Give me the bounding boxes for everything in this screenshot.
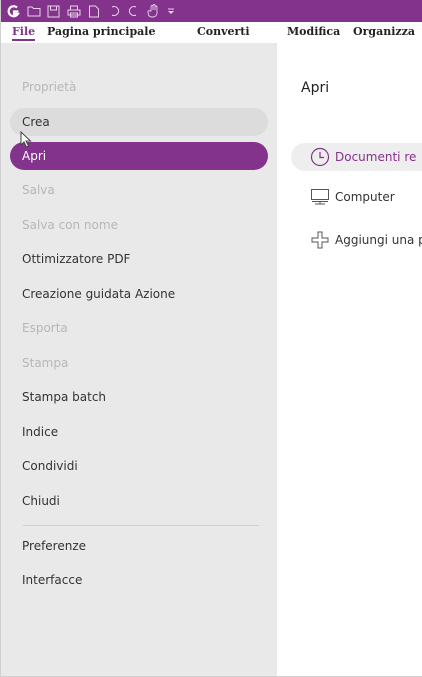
recent-documents-item[interactable]: Documenti re <box>291 143 422 171</box>
title-bar <box>1 0 422 22</box>
add-place-icon <box>309 229 331 251</box>
add-place-item[interactable]: Aggiungi una p <box>291 226 422 254</box>
computer-label: Computer <box>335 190 395 204</box>
tab-converti[interactable]: Converti <box>197 25 250 38</box>
menu-item-preferenze[interactable]: Preferenze <box>10 532 268 560</box>
open-folder-icon[interactable] <box>26 4 41 19</box>
tab-pagina-principale[interactable]: Pagina principale <box>47 25 155 38</box>
new-document-icon[interactable] <box>86 4 101 19</box>
application-window: File Pagina principale Converti Modifica… <box>0 0 422 677</box>
redo-icon[interactable] <box>126 4 141 19</box>
customize-dropdown-icon[interactable] <box>166 4 176 19</box>
clock-icon <box>309 146 331 168</box>
ribbon-tabs: File Pagina principale Converti Modifica… <box>1 22 422 43</box>
app-logo-icon[interactable] <box>6 4 21 19</box>
menu-item-salva-con-nome[interactable]: Salva con nome <box>10 211 268 239</box>
menu-item-ottimizzatore-pdf[interactable]: Ottimizzatore PDF <box>10 245 268 273</box>
menu-item-apri[interactable]: Apri <box>10 142 268 170</box>
menu-item-stampa[interactable]: Stampa <box>10 349 268 377</box>
menu-item-proprieta[interactable]: Proprietà <box>10 73 268 101</box>
tab-modifica[interactable]: Modifica <box>287 25 340 38</box>
add-place-label: Aggiungi una p <box>335 233 422 247</box>
menu-item-salva[interactable]: Salva <box>10 176 268 204</box>
menu-item-interfacce[interactable]: Interfacce <box>10 566 268 594</box>
hand-tool-icon[interactable] <box>146 4 161 19</box>
open-panel: Apri Documenti re Computer Aggiungi una … <box>277 43 422 676</box>
computer-item[interactable]: Computer <box>291 183 422 211</box>
menu-item-esporta[interactable]: Esporta <box>10 314 268 342</box>
tab-file[interactable]: File <box>12 25 36 41</box>
menu-item-condividi[interactable]: Condividi <box>10 452 268 480</box>
file-menu-sidebar: Proprietà Crea Apri Salva Salva con nome… <box>1 43 277 676</box>
menu-item-stampa-batch[interactable]: Stampa batch <box>10 383 268 411</box>
mouse-pointer-icon <box>20 130 32 152</box>
panel-title: Apri <box>301 80 330 96</box>
print-icon[interactable] <box>66 4 81 19</box>
computer-icon <box>309 186 331 208</box>
menu-item-creazione-guidata-azione[interactable]: Creazione guidata Azione <box>10 280 268 308</box>
undo-icon[interactable] <box>106 4 121 19</box>
save-icon[interactable] <box>46 4 61 19</box>
tab-organizza[interactable]: Organizza <box>353 25 415 38</box>
menu-item-indice[interactable]: Indice <box>10 418 268 446</box>
menu-divider <box>23 525 259 526</box>
recent-documents-label: Documenti re <box>335 150 417 164</box>
menu-item-chiudi[interactable]: Chiudi <box>10 487 268 515</box>
menu-item-crea[interactable]: Crea <box>10 108 268 136</box>
